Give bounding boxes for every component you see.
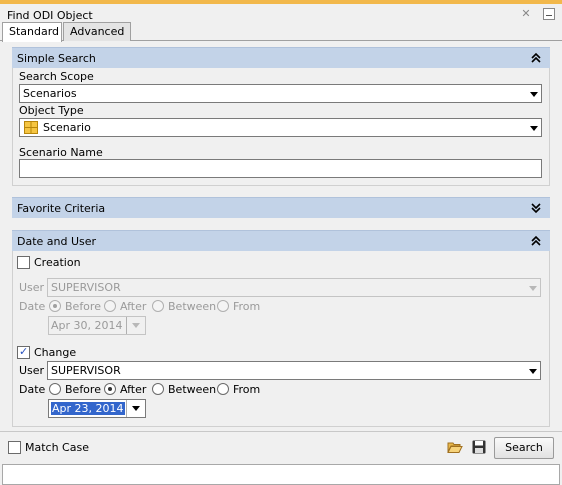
change-from-label: From <box>233 383 261 396</box>
simple-search-header[interactable]: Simple Search <box>12 47 550 68</box>
search-scope-value: Scenarios <box>23 87 77 100</box>
tab-standard[interactable]: Standard <box>2 22 62 42</box>
creation-user-label: User <box>19 281 45 294</box>
minimize-icon[interactable] <box>543 8 555 20</box>
tab-advanced[interactable]: Advanced <box>63 22 131 41</box>
creation-before-label: Before <box>65 300 101 313</box>
tab-advanced-label: Advanced <box>70 25 125 38</box>
search-button[interactable]: Search <box>494 437 554 459</box>
creation-label: Creation <box>34 256 81 269</box>
scenario-name-input[interactable] <box>19 159 542 178</box>
creation-between-radio[interactable] <box>152 300 164 312</box>
simple-search-title: Simple Search <box>17 52 96 65</box>
chevron-down-icon <box>530 92 538 97</box>
scenario-name-label: Scenario Name <box>19 146 103 159</box>
favorite-criteria-header[interactable]: Favorite Criteria <box>12 197 550 218</box>
chevron-down-icon <box>530 126 538 131</box>
creation-checkbox[interactable] <box>17 256 30 269</box>
change-before-label: Before <box>65 383 101 396</box>
creation-date-value: Apr 30, 2014 <box>51 319 123 332</box>
object-type-select[interactable]: Scenario <box>19 118 542 137</box>
creation-between-label: Between <box>168 300 217 313</box>
collapse-icon[interactable] <box>530 52 542 64</box>
chevron-down-icon <box>529 369 537 374</box>
match-case-label: Match Case <box>25 441 89 454</box>
date-user-title: Date and User <box>17 235 97 248</box>
creation-date-picker[interactable]: Apr 30, 2014 <box>48 316 146 335</box>
chevron-down-icon <box>529 286 537 291</box>
creation-user-value: SUPERVISOR <box>51 281 121 294</box>
creation-user-select[interactable]: SUPERVISOR <box>47 278 541 297</box>
change-before-radio[interactable] <box>49 383 61 395</box>
change-user-value: SUPERVISOR <box>51 364 121 377</box>
change-user-label: User <box>19 364 45 377</box>
results-panel[interactable] <box>2 464 560 485</box>
change-label: Change <box>34 346 77 359</box>
window-title: Find ODI Object <box>7 9 93 22</box>
change-from-radio[interactable] <box>217 383 229 395</box>
creation-from-radio[interactable] <box>217 300 229 312</box>
creation-after-radio[interactable] <box>104 300 116 312</box>
change-between-radio[interactable] <box>152 383 164 395</box>
scenario-grid-icon <box>24 121 38 134</box>
expand-icon[interactable] <box>530 202 542 214</box>
change-between-label: Between <box>168 383 217 396</box>
change-date-picker[interactable]: Apr 23, 2014 <box>48 399 146 418</box>
footer-separator <box>0 431 562 432</box>
creation-after-label: After <box>120 300 147 313</box>
change-date-value[interactable]: Apr 23, 2014 <box>51 402 125 415</box>
save-disk-icon[interactable] <box>472 440 486 454</box>
search-scope-label: Search Scope <box>19 70 94 83</box>
object-type-label: Object Type <box>19 104 84 117</box>
change-user-select[interactable]: SUPERVISOR <box>47 361 541 380</box>
match-case-checkbox[interactable] <box>8 441 21 454</box>
search-scope-select[interactable]: Scenarios <box>19 84 542 103</box>
creation-before-radio[interactable] <box>49 300 61 312</box>
change-after-radio[interactable] <box>104 383 116 395</box>
collapse-icon[interactable] <box>530 235 542 247</box>
chevron-down-icon[interactable] <box>126 400 145 417</box>
change-date-label: Date <box>19 383 46 396</box>
close-icon[interactable]: ✕ <box>520 8 532 20</box>
creation-date-label: Date <box>19 300 46 313</box>
chevron-down-icon[interactable] <box>126 317 145 334</box>
tab-standard-label: Standard <box>9 25 60 38</box>
change-after-label: After <box>120 383 147 396</box>
date-user-header[interactable]: Date and User <box>12 230 550 251</box>
change-checkbox[interactable] <box>17 345 30 359</box>
creation-from-label: From <box>233 300 261 313</box>
folder-open-icon[interactable] <box>447 440 463 454</box>
favorite-criteria-title: Favorite Criteria <box>17 202 106 215</box>
title-bar: Find ODI Object ✕ <box>0 4 562 22</box>
object-type-value: Scenario <box>43 121 91 134</box>
